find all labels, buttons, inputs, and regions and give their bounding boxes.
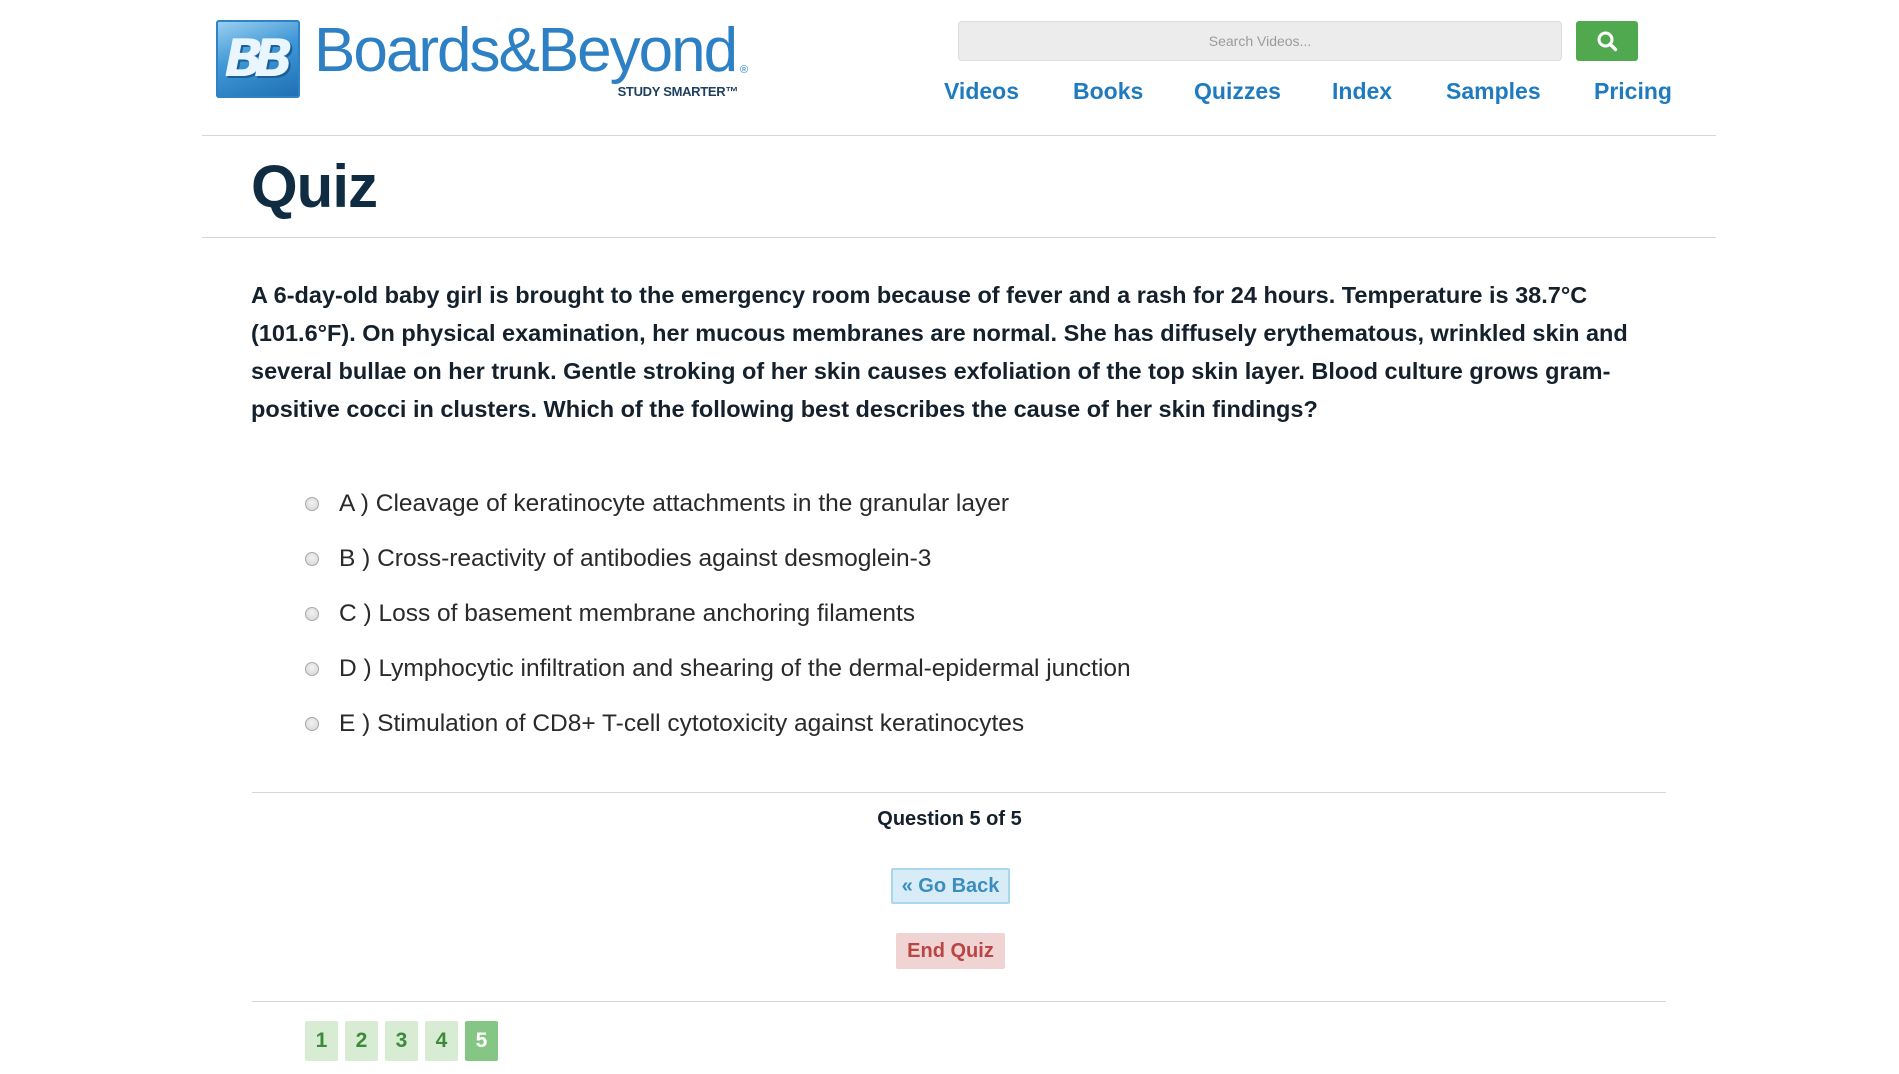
quiz-page: BB Boards&Beyond ® STUDY SMARTER™ Videos…: [0, 0, 1899, 1074]
option-label: A ) Cleavage of keratinocyte attachments…: [339, 490, 1010, 517]
option-label: C ) Loss of basement membrane anchoring …: [339, 600, 916, 627]
question-counter: Question 5 of 5: [877, 808, 1022, 830]
nav-quizzes[interactable]: Quizzes: [1194, 78, 1281, 105]
nav-samples[interactable]: Samples: [1446, 78, 1541, 105]
go-back-button[interactable]: « Go Back: [891, 868, 1010, 904]
page-title: Quiz: [251, 153, 378, 220]
page-button-3[interactable]: 3: [385, 1021, 418, 1061]
nav-index[interactable]: Index: [1332, 78, 1392, 105]
option-c[interactable]: C ) Loss of basement membrane anchoring …: [305, 600, 915, 628]
page-button-1[interactable]: 1: [305, 1021, 338, 1061]
option-b[interactable]: B ) Cross-reactivity of antibodies again…: [305, 545, 931, 573]
header-divider: [202, 135, 1716, 136]
brand-tagline: STUDY SMARTER™: [617, 84, 739, 99]
radio-button[interactable]: [305, 607, 319, 621]
search-icon: [1597, 31, 1618, 52]
registered-mark: ®: [739, 64, 749, 76]
radio-button[interactable]: [305, 717, 319, 731]
option-label: D ) Lymphocytic infiltration and shearin…: [339, 655, 1131, 682]
logo-wordmark: Boards&Beyond ® STUDY SMARTER™: [314, 16, 748, 100]
option-e[interactable]: E ) Stimulation of CD8+ T-cell cytotoxic…: [305, 710, 1024, 738]
brand-name: Boards&Beyond: [314, 16, 738, 85]
page-button-4[interactable]: 4: [425, 1021, 458, 1061]
pager-divider: [252, 1001, 1666, 1002]
page-button-2[interactable]: 2: [345, 1021, 378, 1061]
option-d[interactable]: D ) Lymphocytic infiltration and shearin…: [305, 655, 1131, 683]
nav-books[interactable]: Books: [1073, 78, 1143, 105]
logo-mark-text: BB: [224, 29, 293, 89]
option-label: B ) Cross-reactivity of antibodies again…: [339, 545, 932, 572]
title-divider: [202, 237, 1716, 238]
search-button[interactable]: [1576, 21, 1638, 61]
radio-button[interactable]: [305, 497, 319, 511]
options-divider: [252, 792, 1666, 793]
nav-videos[interactable]: Videos: [944, 78, 1019, 105]
option-a[interactable]: A ) Cleavage of keratinocyte attachments…: [305, 490, 1009, 518]
logo-mark-icon: BB: [216, 20, 300, 98]
page-button-5-current[interactable]: 5: [465, 1021, 498, 1061]
end-quiz-button[interactable]: End Quiz: [896, 933, 1005, 969]
question-pager: 1 2 3 4 5: [305, 1021, 505, 1061]
radio-button[interactable]: [305, 552, 319, 566]
question-stem: A 6-day-old baby girl is brought to the …: [251, 282, 1628, 422]
option-label: E ) Stimulation of CD8+ T-cell cytotoxic…: [339, 710, 1025, 737]
radio-button[interactable]: [305, 662, 319, 676]
brand-logo[interactable]: BB Boards&Beyond ® STUDY SMARTER™: [216, 16, 748, 102]
nav-pricing[interactable]: Pricing: [1594, 78, 1672, 105]
search-input[interactable]: [958, 21, 1562, 61]
